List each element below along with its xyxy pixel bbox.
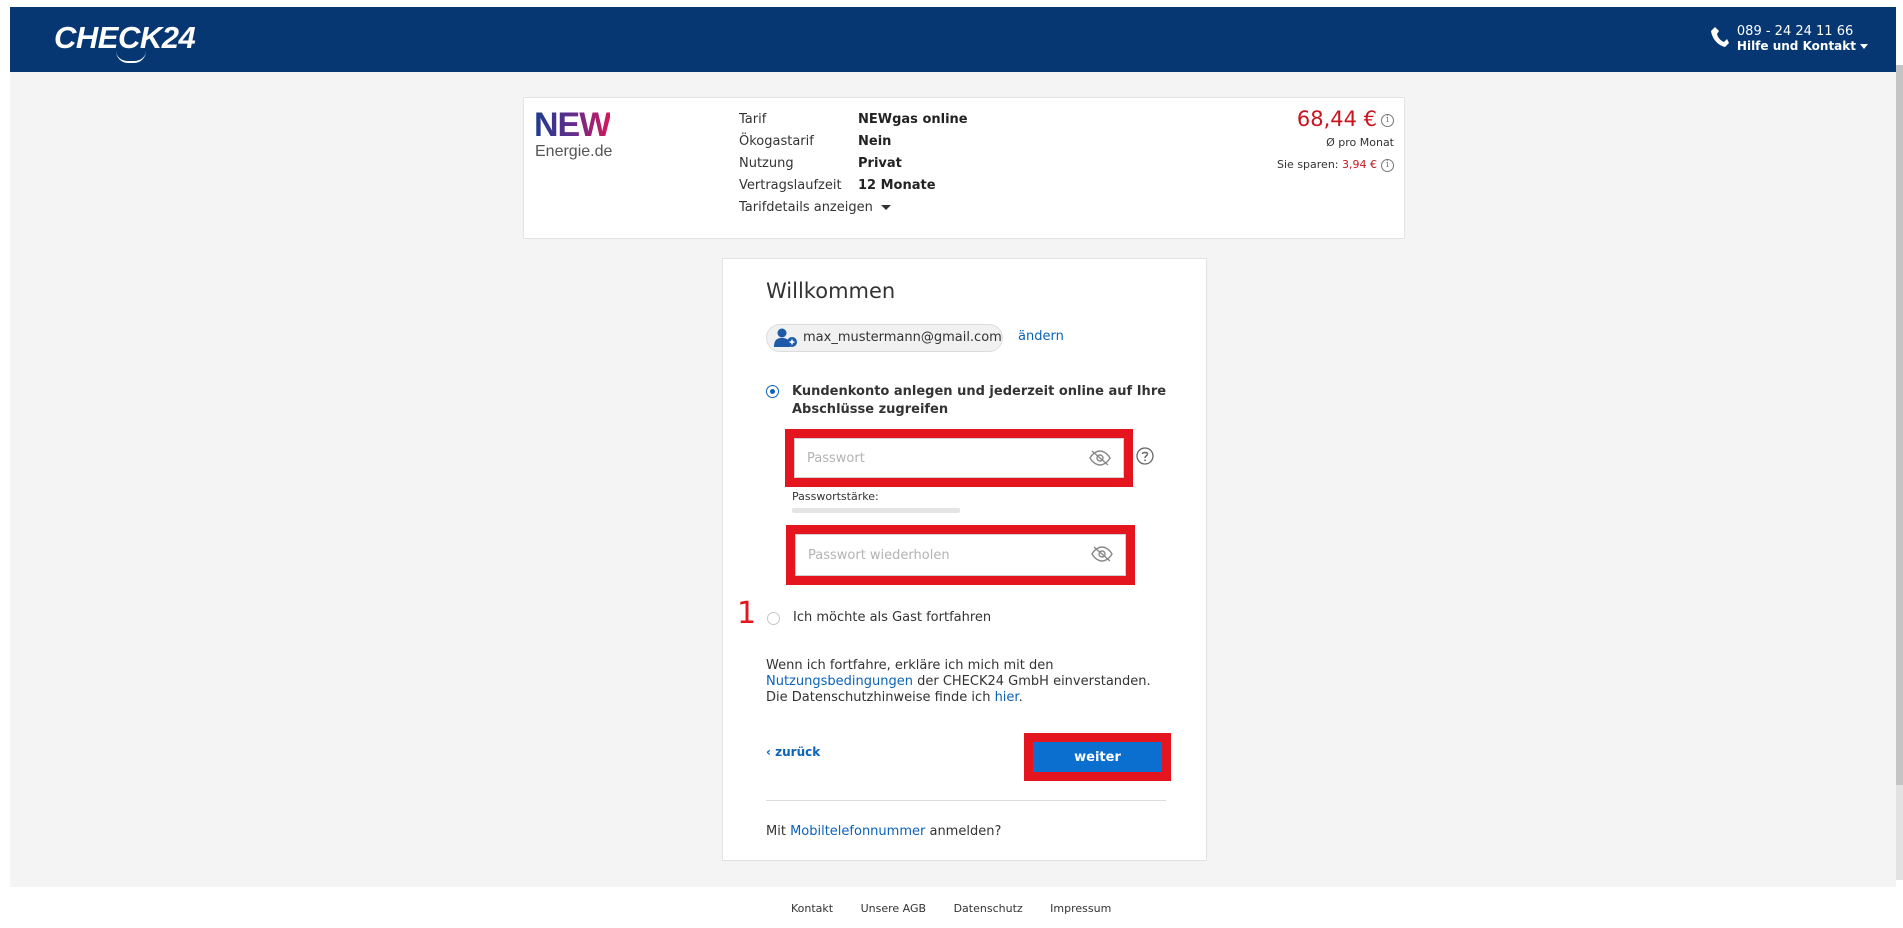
monthly-price: 68,44 € i <box>1277 106 1394 132</box>
user-icon <box>774 328 797 347</box>
tariff-row: Tarif NEWgas online <box>739 112 968 127</box>
eye-off-icon[interactable] <box>1089 450 1111 466</box>
question-icon[interactable] <box>1136 447 1154 465</box>
password-strength-label: Passwortstärke: <box>792 490 879 503</box>
footer: Kontakt Unsere AGB Datenschutz Impressum <box>0 888 1903 928</box>
page-frame: CHECK24 089 - 24 24 11 66 Hilfe und Kont… <box>10 7 1896 887</box>
info-icon[interactable]: i <box>1381 113 1394 127</box>
scrollbar-thumb[interactable] <box>1896 65 1903 785</box>
header: CHECK24 089 - 24 24 11 66 Hilfe und Kont… <box>10 7 1896 72</box>
footer-link-privacy[interactable]: Datenschutz <box>954 902 1023 915</box>
savings-line: Sie sparen: 3,94 € i <box>1277 154 1394 176</box>
page-title: Willkommen <box>766 279 896 303</box>
next-button[interactable]: weiter <box>1033 742 1162 772</box>
back-button[interactable]: ‹ zurück <box>766 745 820 759</box>
help-contact-label[interactable]: Hilfe und Kontakt <box>1737 39 1868 54</box>
tariff-summary-card: NEW Energie.de Tarif NEWgas online Ökoga… <box>523 97 1405 239</box>
guest-radio[interactable] <box>767 612 780 625</box>
chevron-down-icon <box>880 205 891 210</box>
password-field[interactable] <box>794 438 1124 478</box>
chevron-down-icon <box>1860 44 1868 49</box>
phone-number: 089 - 24 24 11 66 <box>1736 24 1854 39</box>
provider-logo: NEW <box>534 106 611 144</box>
mobile-login-link[interactable]: Mobiltelefonnummer <box>790 824 925 839</box>
tariff-row: Vertragslaufzeit 12 Monate <box>739 178 936 193</box>
terms-link[interactable]: Nutzungsbedingungen <box>766 674 913 689</box>
login-card: Willkommen max_mustermann@gmail.com ände… <box>722 258 1207 861</box>
create-account-radio[interactable] <box>766 385 779 398</box>
password-repeat-field[interactable] <box>795 534 1126 576</box>
info-icon[interactable]: i <box>1381 158 1394 172</box>
guest-label[interactable]: Ich möchte als Gast fortfahren <box>793 610 991 625</box>
password-input[interactable] <box>795 439 1087 477</box>
footer-link-agb[interactable]: Unsere AGB <box>861 902 926 915</box>
mobile-login-line: Mit Mobiltelefonnummer anmelden? <box>766 824 1002 839</box>
footer-link-contact[interactable]: Kontakt <box>791 902 833 915</box>
tariff-row: Nutzung Privat <box>739 156 902 171</box>
phone-icon <box>1710 27 1729 47</box>
step-annotation: 1 <box>737 596 757 631</box>
tariff-details: Tarif NEWgas online Ökogastarif Nein Nut… <box>739 109 968 219</box>
eye-off-icon[interactable] <box>1091 546 1113 562</box>
email-pill: max_mustermann@gmail.com <box>766 324 1003 352</box>
change-email-link[interactable]: ändern <box>1018 329 1064 344</box>
help-contact[interactable]: 089 - 24 24 11 66 Hilfe und Kontakt <box>1710 24 1868 54</box>
divider <box>766 800 1166 801</box>
privacy-link[interactable]: hier <box>995 690 1019 705</box>
password-repeat-input[interactable] <box>796 535 1088 575</box>
logo-arc-icon <box>116 51 146 63</box>
price-period: Ø pro Monat <box>1326 136 1394 149</box>
tariff-details-toggle[interactable]: Tarifdetails anzeigen <box>739 197 891 219</box>
password-strength-bar <box>792 508 960 513</box>
terms-text: Wenn ich fortfahre, erkläre ich mich mit… <box>766 658 1151 705</box>
footer-link-imprint[interactable]: Impressum <box>1050 902 1111 915</box>
provider-logo-sub: Energie.de <box>535 143 613 160</box>
footer-links: Kontakt Unsere AGB Datenschutz Impressum <box>791 902 1135 915</box>
tariff-row: Ökogastarif Nein <box>739 134 892 149</box>
price-block: 68,44 € i Ø pro Monat Sie sparen: 3,94 € i <box>1277 106 1394 176</box>
email-value: max_mustermann@gmail.com <box>803 330 1002 345</box>
create-account-label[interactable]: Kundenkonto anlegen und jederzeit online… <box>792 383 1182 419</box>
